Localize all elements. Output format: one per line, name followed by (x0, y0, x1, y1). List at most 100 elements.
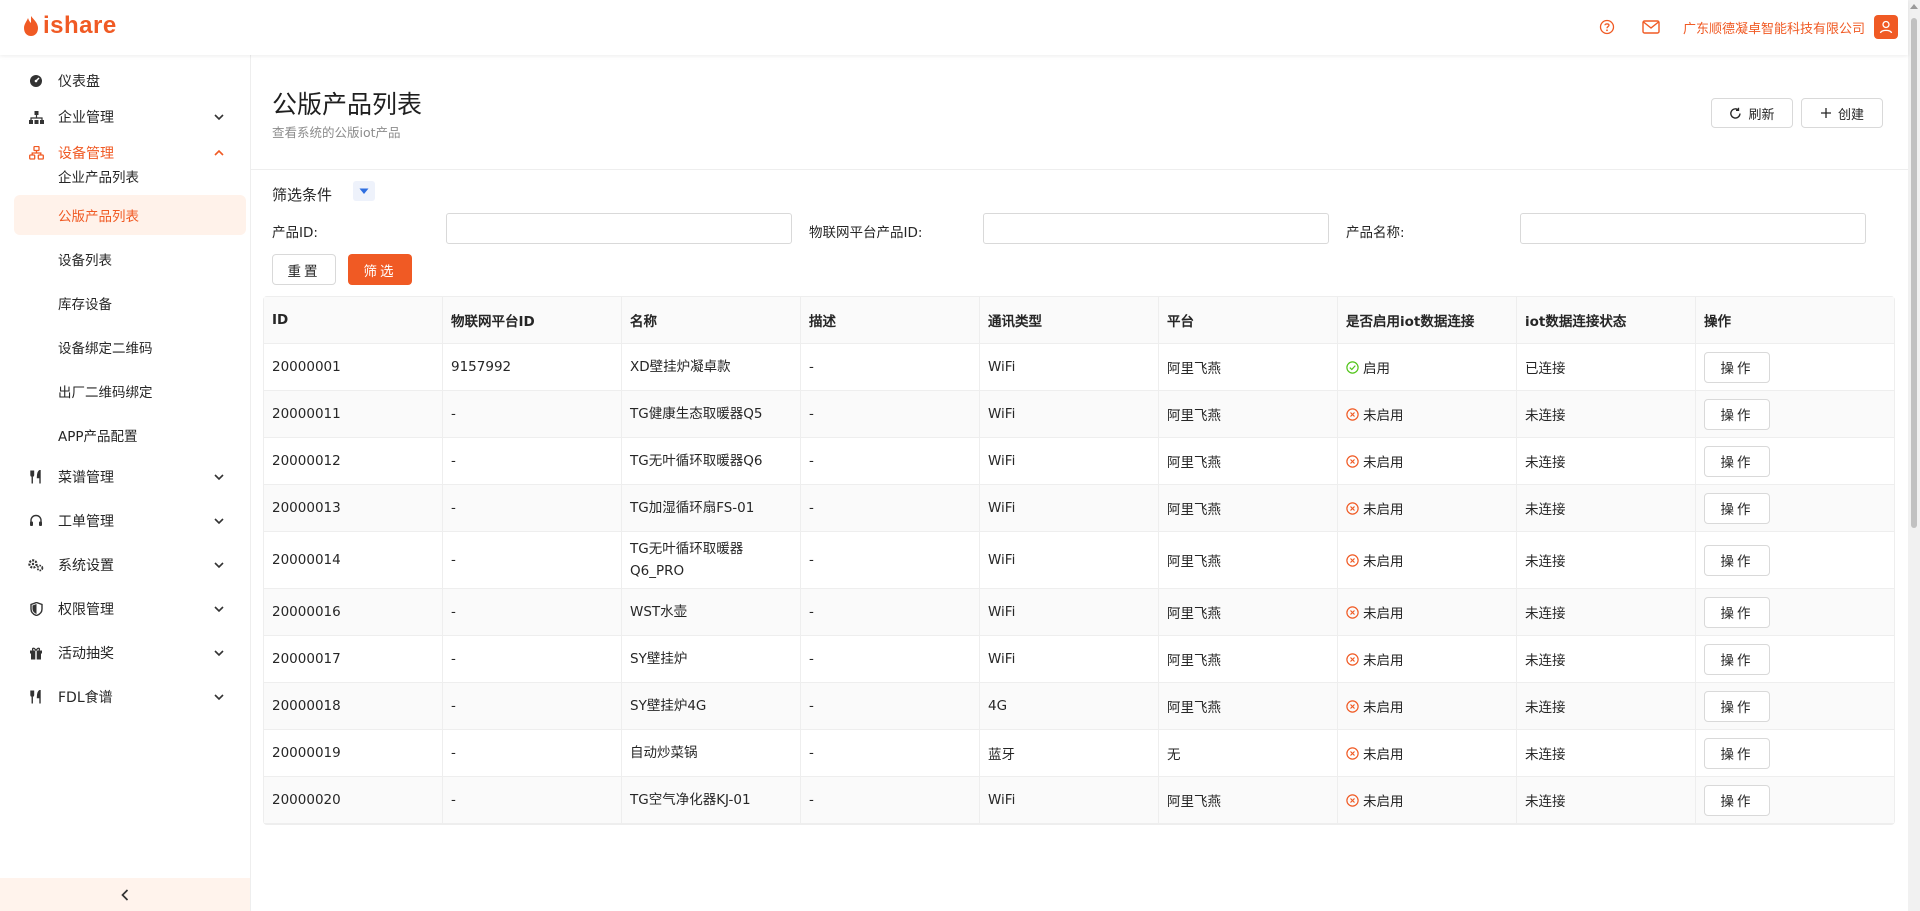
page-scrollbar[interactable] (1908, 0, 1920, 911)
cell-platform-text: 阿里飞燕 (1167, 606, 1221, 622)
filter-title: 筛选条件 (272, 186, 333, 204)
sidebar-subitem-label: 企业产品列表 (58, 170, 139, 186)
cell-platform: 阿里飞燕 (1159, 391, 1338, 437)
sidebar-item-system-settings[interactable]: 系统设置 (14, 545, 246, 585)
sidebar-item-dashboard[interactable]: 仪表盘 (14, 61, 246, 101)
action-button[interactable]: 操作 (1704, 445, 1770, 477)
scroll-thumb[interactable] (1911, 18, 1917, 528)
iot-product-id-label: 物联网平台产品ID: (809, 225, 923, 241)
sidebar-item-fdl-recipes[interactable]: FDL食谱 (14, 677, 246, 717)
cell-iot-enabled: 未启用 (1338, 683, 1517, 729)
app-logo[interactable]: ishare (23, 12, 117, 40)
sidebar-item-work-orders[interactable]: 工单管理 (14, 501, 246, 541)
cell-comm-type-text: WiFi (988, 500, 1016, 516)
scroll-up-arrow[interactable] (1910, 4, 1918, 9)
action-button[interactable]: 操作 (1704, 737, 1770, 769)
iot-enabled-label: 未启用 (1363, 554, 1404, 570)
cell-name-text: XD壁挂炉凝卓款 (630, 359, 731, 375)
cell-platform-id-text: - (451, 453, 456, 469)
sidebar: 仪表盘 企业管理 设备管理 企业产品列表 公版产品列表 设备列表 库存设备 设备… (0, 55, 251, 911)
iot-product-id-input[interactable] (983, 213, 1329, 244)
chevron-down-icon (214, 562, 224, 569)
action-button[interactable]: 操作 (1704, 690, 1770, 722)
product-name-input[interactable] (1520, 213, 1866, 244)
cell-id: 20000014 (264, 532, 443, 588)
cell-description: - (801, 730, 980, 776)
sidebar-subitem-app-config[interactable]: APP产品配置 (14, 415, 246, 455)
sidebar-subitem-device-list[interactable]: 设备列表 (14, 239, 246, 279)
cell-id: 20000016 (264, 589, 443, 635)
sidebar-subitem-public-products[interactable]: 公版产品列表 (14, 195, 246, 235)
sidebar-item-enterprise[interactable]: 企业管理 (14, 97, 246, 137)
sidebar-item-permissions[interactable]: 权限管理 (14, 589, 246, 629)
action-button[interactable]: 操作 (1704, 643, 1770, 675)
action-button[interactable]: 操作 (1704, 544, 1770, 576)
cell-id: 20000011 (264, 391, 443, 437)
sidebar-subitem-device-qrcode[interactable]: 设备绑定二维码 (14, 327, 246, 367)
create-button[interactable]: 创建 (1801, 98, 1883, 128)
refresh-button[interactable]: 刷新 (1711, 98, 1793, 128)
cell-platform-id: - (443, 438, 622, 484)
reset-button[interactable]: 重置 (272, 254, 336, 285)
cell-platform-id: - (443, 683, 622, 729)
cell-action: 操作 (1696, 344, 1875, 390)
iot-enabled-status: 未启用 (1346, 790, 1404, 810)
table-row: 20000011 - TG健康生态取暖器Q5 - WiFi 阿里飞燕 未启用 未连接 操作 (264, 391, 1894, 438)
sidebar-subitem-stock-devices[interactable]: 库存设备 (14, 283, 246, 323)
action-button[interactable]: 操作 (1704, 784, 1770, 816)
fork-knife-icon (28, 469, 44, 485)
refresh-icon (1730, 107, 1742, 119)
cell-iot-status-text: 未连接 (1525, 653, 1566, 669)
cell-id: 20000001 (264, 344, 443, 390)
company-name[interactable]: 广东顺德凝卓智能科技有限公司 (1683, 18, 1865, 37)
sidebar-item-recipes[interactable]: 菜谱管理 (14, 457, 246, 497)
action-button[interactable]: 操作 (1704, 492, 1770, 524)
iot-enabled-label: 未启用 (1363, 408, 1404, 424)
chevron-left-icon (121, 888, 129, 901)
cell-id: 20000012 (264, 438, 443, 484)
iot-enabled-label: 未启用 (1363, 653, 1404, 669)
filter-toggle[interactable] (353, 181, 375, 201)
cell-platform: 阿里飞燕 (1159, 532, 1338, 588)
sidebar-subitem-enterprise-products[interactable]: 企业产品列表 (14, 156, 246, 196)
cell-name: TG空气净化器KJ-01 (622, 777, 801, 823)
cell-name-text: TG健康生态取暖器Q5 (630, 406, 763, 422)
iot-enabled-status: 未启用 (1346, 404, 1404, 424)
sidebar-subitem-label: 库存设备 (58, 297, 112, 313)
table-row: 20000014 - TG无叶循环取暖器Q6_PRO - WiFi 阿里飞燕 未启用 未连接 操… (264, 532, 1894, 589)
cell-comm-type: WiFi (980, 589, 1159, 635)
cell-id: 20000020 (264, 777, 443, 823)
cell-platform-id: - (443, 777, 622, 823)
filter-button[interactable]: 筛选 (348, 254, 412, 285)
sidebar-subitem-factory-qrcode[interactable]: 出厂二维码绑定 (14, 371, 246, 411)
action-button[interactable]: 操作 (1704, 351, 1770, 383)
sidebar-item-label: 菜谱管理 (58, 470, 114, 486)
table-row: 20000019 - 自动炒菜锅 - 蓝牙 无 未启用 未连接 操作 (264, 730, 1894, 777)
cell-id-text: 20000020 (272, 792, 341, 808)
cell-name: XD壁挂炉凝卓款 (622, 344, 801, 390)
caret-down-icon (359, 188, 369, 194)
user-avatar[interactable] (1874, 15, 1898, 39)
close-circle-icon (1346, 454, 1359, 468)
sidebar-collapse-button[interactable] (0, 878, 250, 911)
help-icon[interactable] (1595, 15, 1619, 39)
sidebar-item-lottery[interactable]: 活动抽奖 (14, 633, 246, 673)
cell-id-text: 20000013 (272, 500, 341, 516)
cell-platform-text: 阿里飞燕 (1167, 554, 1221, 570)
cell-name-text: TG无叶循环取暖器Q6_PRO (630, 541, 744, 579)
cell-id-text: 20000017 (272, 651, 341, 667)
cell-name: TG无叶循环取暖器Q6 (622, 438, 801, 484)
cell-iot-enabled: 未启用 (1338, 589, 1517, 635)
product-id-input[interactable] (446, 213, 792, 244)
iot-enabled-label: 未启用 (1363, 794, 1404, 810)
column-header: 描述 (801, 297, 980, 343)
table-row: 20000012 - TG无叶循环取暖器Q6 - WiFi 阿里飞燕 未启用 未连接 操作 (264, 438, 1894, 485)
action-button[interactable]: 操作 (1704, 398, 1770, 430)
refresh-label: 刷新 (1748, 107, 1775, 123)
sidebar-subitem-label: 设备列表 (58, 253, 112, 269)
cell-comm-type: 蓝牙 (980, 730, 1159, 776)
mail-icon[interactable] (1639, 15, 1663, 39)
action-button[interactable]: 操作 (1704, 596, 1770, 628)
gears-icon (28, 557, 44, 573)
cell-iot-status-text: 未连接 (1525, 606, 1566, 622)
